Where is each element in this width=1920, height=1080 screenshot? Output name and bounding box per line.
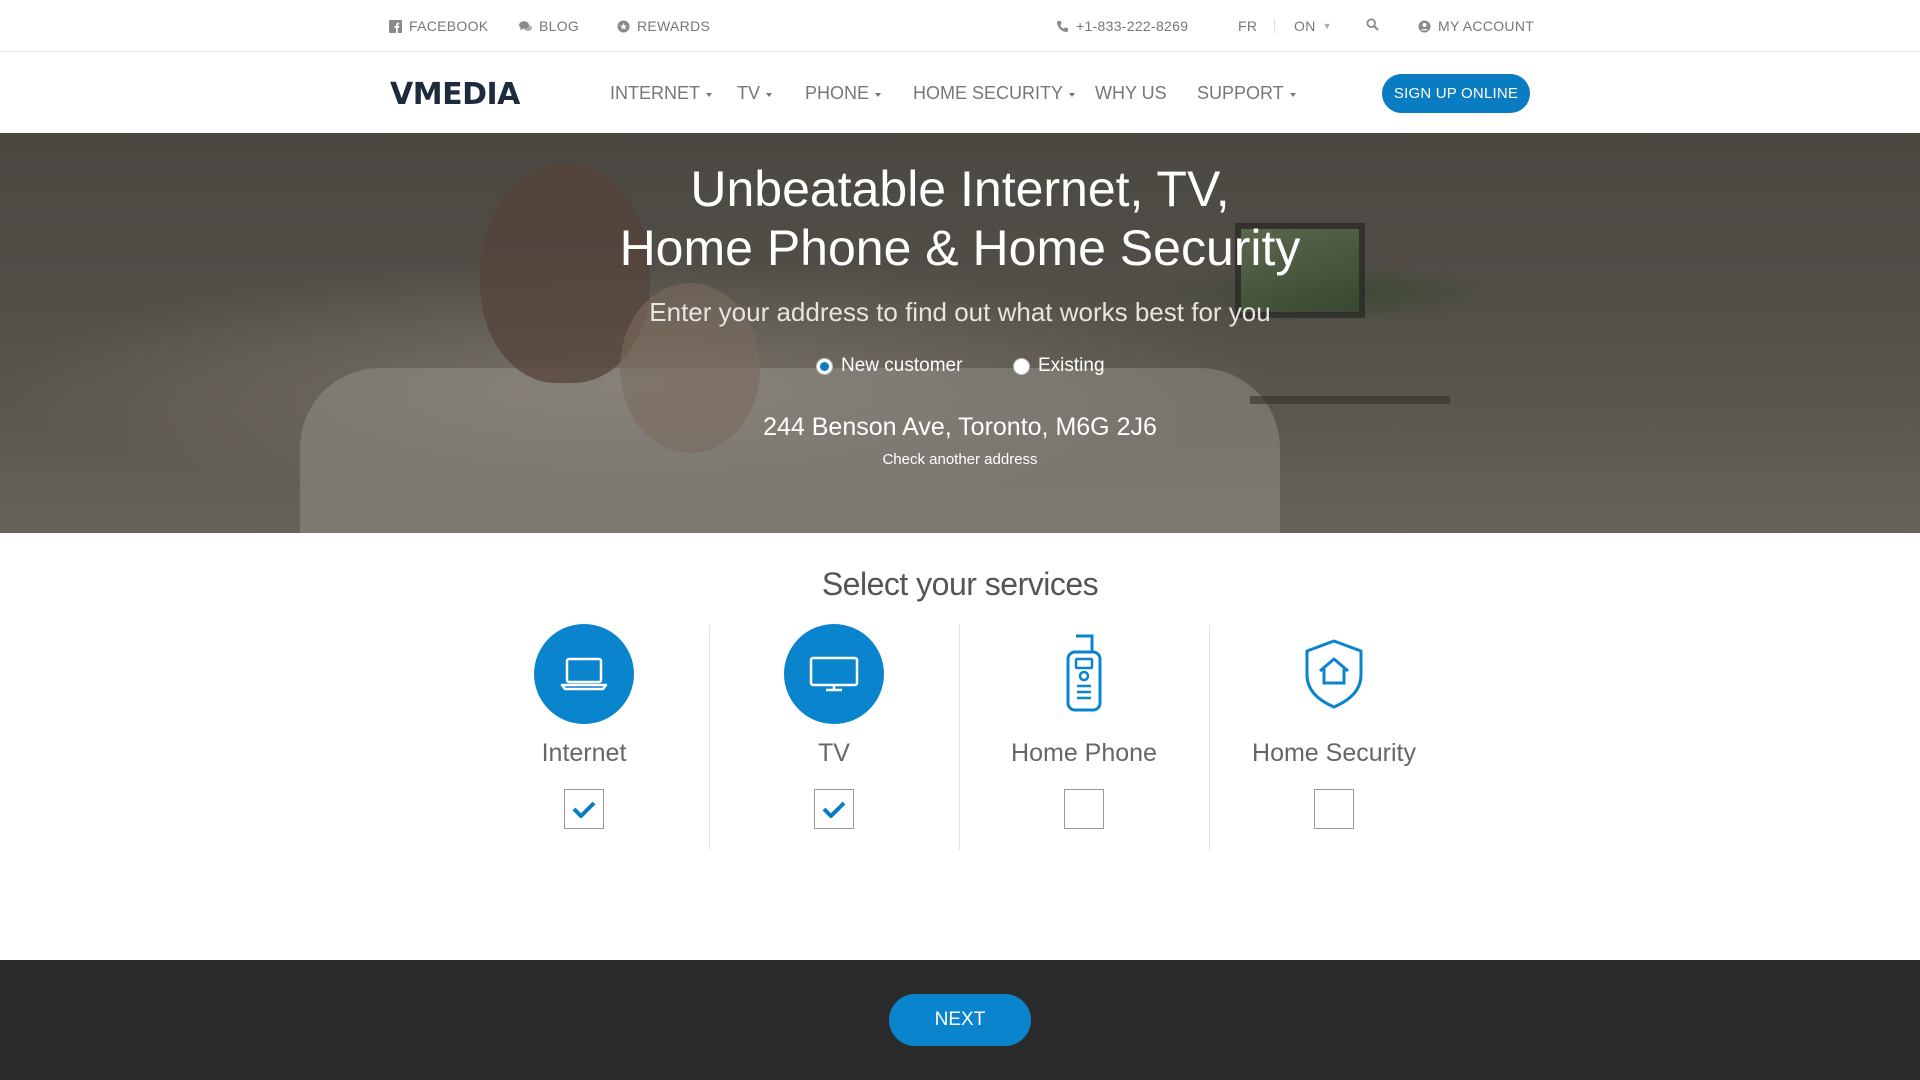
caret-down-icon <box>1289 92 1296 97</box>
nav-tv-label: TV <box>737 83 761 103</box>
laptop-icon <box>560 657 608 691</box>
radio-new-customer-label: New customer <box>841 355 963 376</box>
service-internet-label: Internet <box>541 739 627 767</box>
service-home-phone-icon-button[interactable] <box>1034 624 1134 724</box>
phone-number: +1-833-222-8269 <box>1076 18 1189 34</box>
sign-up-online-button[interactable]: SIGN UP ONLINE <box>1382 74 1530 113</box>
services-title: Select your services <box>821 566 1099 602</box>
facebook-link[interactable]: FACEBOOK <box>389 18 488 34</box>
my-account-link[interactable]: MY ACCOUNT <box>1418 18 1534 34</box>
radio-button[interactable] <box>1013 357 1030 375</box>
service-tv-checkbox[interactable] <box>814 789 854 829</box>
search-icon <box>1366 18 1379 31</box>
service-internet: Internet <box>459 624 709 850</box>
rewards-link[interactable]: REWARDS <box>617 18 710 34</box>
hero-title-line1: Unbeatable Internet, TV, <box>690 161 1230 217</box>
province-select[interactable]: ON ▼ <box>1294 18 1332 34</box>
tv-icon <box>809 656 859 692</box>
service-home-phone-label: Home Phone <box>1011 739 1157 767</box>
phone-icon <box>1057 20 1068 32</box>
blog-label: BLOG <box>539 18 580 34</box>
nav-home-security-label: HOME SECURITY <box>913 83 1064 103</box>
facebook-label: FACEBOOK <box>409 18 489 34</box>
service-home-phone: Home Phone <box>959 624 1209 850</box>
nav-why-us-label: WHY US <box>1095 83 1167 103</box>
shield-house-icon <box>1305 639 1363 709</box>
province-label: ON <box>1294 18 1316 34</box>
service-home-security-label: Home Security <box>1252 739 1416 767</box>
checkmark-icon <box>572 801 596 818</box>
cordless-phone-icon <box>1066 634 1102 712</box>
hero-subtitle: Enter your address to find out what work… <box>649 297 1271 327</box>
checkmark-icon <box>822 801 846 818</box>
nav-tv[interactable]: TV <box>737 83 773 104</box>
chevron-down-icon: ▼ <box>1322 21 1332 31</box>
rewards-label: REWARDS <box>637 18 711 34</box>
service-tv-circle[interactable] <box>784 624 884 724</box>
radio-existing-label: Existing <box>1038 355 1105 376</box>
logo-text: VMEDIA <box>390 76 520 112</box>
chat-bubbles-icon <box>519 20 532 31</box>
caret-down-icon <box>766 92 773 97</box>
service-internet-checkbox[interactable] <box>564 789 604 829</box>
utility-bar: FACEBOOK BLOG REWARDS +1-833-222-8269 FR… <box>0 0 1920 52</box>
caret-down-icon <box>706 92 712 97</box>
nav-home-security[interactable]: HOME SECURITY <box>913 83 1076 104</box>
search-button[interactable] <box>1366 18 1379 31</box>
main-navigation: VMEDIA INTERNET TV PHONE HOME SECURITY W… <box>0 53 1920 133</box>
utility-divider <box>1274 19 1275 33</box>
nav-support[interactable]: SUPPORT <box>1197 83 1296 104</box>
nav-phone-label: PHONE <box>805 83 870 103</box>
service-home-security: Home Security <box>1209 624 1459 850</box>
check-another-address-link[interactable]: Check another address <box>0 451 1920 468</box>
hero-title-line2: Home Phone & Home Security <box>619 220 1301 276</box>
nav-why-us[interactable]: WHY US <box>1095 83 1167 104</box>
my-account-label: MY ACCOUNT <box>1438 18 1535 34</box>
phone-link[interactable]: +1-833-222-8269 <box>1056 18 1188 34</box>
caret-down-icon <box>1069 92 1076 97</box>
vmedia-logo[interactable]: VMEDIA <box>390 76 520 112</box>
hero-banner: Unbeatable Internet, TV, Home Phone & Ho… <box>0 133 1920 533</box>
service-home-phone-checkbox[interactable] <box>1064 789 1104 829</box>
facebook-icon <box>389 19 402 33</box>
nav-support-label: SUPPORT <box>1197 83 1284 103</box>
service-tv-label: TV <box>818 739 850 767</box>
service-address: 244 Benson Ave, Toronto, M6G 2J6 <box>763 413 1157 441</box>
rewards-icon <box>617 20 630 32</box>
service-tv: TV <box>709 624 959 850</box>
next-button[interactable]: NEXT <box>889 994 1031 1046</box>
nav-internet[interactable]: INTERNET <box>610 83 712 104</box>
service-internet-circle[interactable] <box>534 624 634 724</box>
radio-button-selected[interactable] <box>816 357 833 375</box>
blog-link[interactable]: BLOG <box>519 18 579 34</box>
language-toggle[interactable]: FR <box>1238 18 1257 34</box>
nav-phone[interactable]: PHONE <box>805 83 882 104</box>
footer-bar: NEXT <box>0 960 1920 1080</box>
language-label: FR <box>1238 18 1258 34</box>
caret-down-icon <box>875 92 882 97</box>
radio-new-customer[interactable]: New customer <box>816 355 962 377</box>
radio-existing[interactable]: Existing <box>1013 355 1105 377</box>
service-home-security-checkbox[interactable] <box>1314 789 1354 829</box>
nav-internet-label: INTERNET <box>610 83 700 103</box>
user-icon <box>1418 20 1431 32</box>
service-home-security-icon-button[interactable] <box>1284 624 1384 724</box>
